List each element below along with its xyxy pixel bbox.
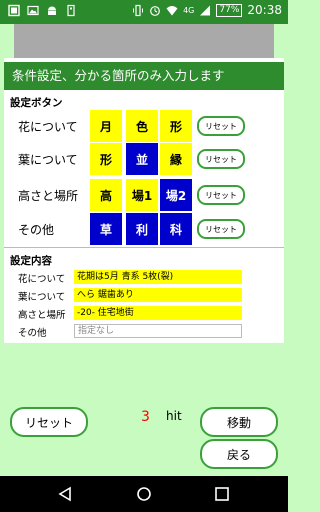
row-label-flower: 花について [18, 120, 78, 134]
place1-button[interactable]: 場1 [126, 179, 158, 211]
other-reset-button[interactable]: リセット [197, 219, 245, 239]
vibrate-icon [133, 4, 144, 16]
home-nav-icon[interactable] [136, 486, 152, 502]
row-label-leaf: 葉について [18, 153, 78, 167]
network-type: 4G [183, 5, 195, 15]
back-nav-icon[interactable] [57, 486, 73, 502]
content-header: 設定内容 [10, 255, 52, 267]
settings-header: 設定ボタン [10, 97, 63, 109]
battery-level: 77% [219, 4, 240, 15]
content-field-other[interactable]: 指定なし [74, 324, 242, 338]
flower-shape-button[interactable]: 形 [160, 110, 192, 142]
alarm-icon [150, 5, 160, 16]
family-button[interactable]: 科 [160, 213, 192, 245]
flower-color-button[interactable]: 色 [126, 110, 158, 142]
flower-reset-button[interactable]: リセット [197, 116, 245, 136]
content-value-flower: 花期は5月 青系 5枚(裂) [74, 270, 242, 284]
hit-count: 3 [141, 409, 150, 425]
row-label-other: その他 [18, 223, 55, 237]
navigation-bar [0, 476, 288, 512]
row-label-height-place: 高さと場所 [18, 189, 79, 203]
hit-unit: hit [166, 409, 182, 423]
panel-title: 条件設定、分かる箇所のみ入力します [4, 62, 284, 90]
android-icon [48, 6, 56, 15]
content-value-height-place: -20- 住宅地街 [74, 306, 242, 320]
wifi-icon [166, 5, 178, 15]
height-place-reset-button[interactable]: リセット [197, 185, 245, 205]
place2-button[interactable]: 場2 [160, 179, 192, 211]
section-divider [4, 247, 284, 248]
battery-icon: 77% [216, 3, 243, 17]
signal-icon [200, 5, 211, 15]
content-label-leaf: 葉について [18, 292, 66, 303]
clock: 20:38 [247, 3, 282, 17]
leaf-shape-button[interactable]: 形 [90, 143, 122, 175]
back-button[interactable]: 戻る [200, 439, 278, 469]
ad-banner[interactable] [14, 24, 274, 58]
recents-nav-icon[interactable] [214, 486, 230, 502]
system-icons: 4G 77% 20:38 [132, 3, 282, 17]
status-bar: 4G 77% 20:38 [0, 0, 288, 24]
move-button[interactable]: 移動 [200, 407, 278, 437]
content-label-other: その他 [18, 328, 47, 339]
flower-month-button[interactable]: 月 [90, 110, 122, 142]
notification-icons [8, 4, 77, 17]
grass-button[interactable]: 草 [90, 213, 122, 245]
use-button[interactable]: 利 [126, 213, 158, 245]
leaf-reset-button[interactable]: リセット [197, 149, 245, 169]
content-label-flower: 花について [18, 274, 66, 285]
notification-square-icon [8, 4, 20, 17]
reset-all-button[interactable]: リセット [10, 407, 88, 437]
sd-card-icon [67, 4, 75, 17]
leaf-edge-button[interactable]: 縁 [160, 143, 192, 175]
image-icon [27, 5, 39, 16]
leaf-arrangement-button[interactable]: 並 [126, 143, 158, 175]
content-value-leaf: へら 鋸歯あり [74, 288, 242, 302]
height-button[interactable]: 高 [90, 179, 122, 211]
content-label-height-place: 高さと場所 [18, 310, 66, 321]
